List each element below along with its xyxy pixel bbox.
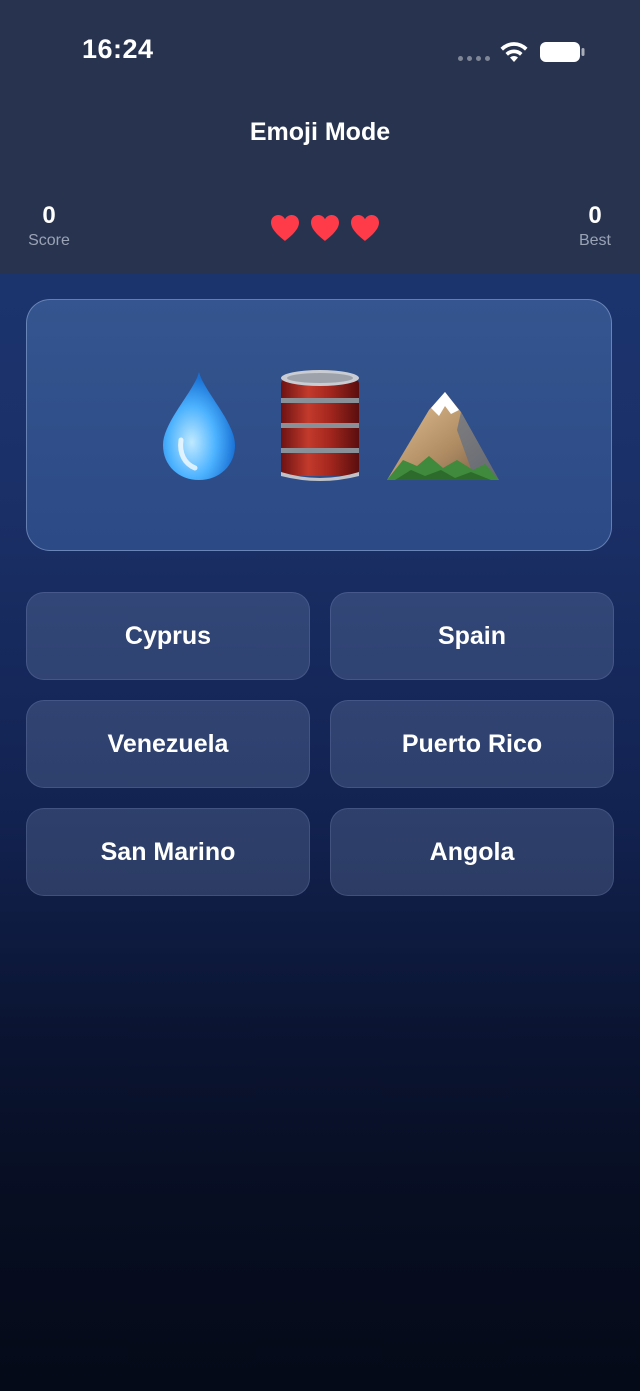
answer-option-5[interactable]: San Marino xyxy=(26,808,310,896)
emoji-clue-row xyxy=(27,360,611,490)
answer-option-6[interactable]: Angola xyxy=(330,808,614,896)
heart-icon xyxy=(271,215,299,241)
heart-icon xyxy=(311,215,339,241)
heart-icon xyxy=(351,215,379,241)
score-stat: 0 Score xyxy=(9,202,89,252)
score-label: Score xyxy=(28,232,70,249)
lives-indicator xyxy=(270,214,380,244)
answer-option-4[interactable]: Puerto Rico xyxy=(330,700,614,788)
battery-icon xyxy=(540,42,585,62)
signal-dots-icon xyxy=(458,56,490,61)
best-label: Best xyxy=(578,232,611,249)
score-value: 0 xyxy=(42,202,56,229)
emoji-clue-card xyxy=(26,299,612,551)
answer-option-2[interactable]: Spain xyxy=(330,592,614,680)
header: 16:24 Emoji Mode 0 Score 0 Best xyxy=(0,0,640,273)
snow-capped-mountain-icon xyxy=(387,392,499,480)
wifi-icon xyxy=(500,42,528,62)
page-title: Emoji Mode xyxy=(249,118,391,146)
status-time: 16:24 xyxy=(82,34,154,64)
droplet-icon xyxy=(163,372,235,480)
answer-option-1[interactable]: Cyprus xyxy=(26,592,310,680)
best-value: 0 xyxy=(588,202,602,229)
answer-option-3[interactable]: Venezuela xyxy=(26,700,310,788)
oil-drum-icon xyxy=(281,370,359,481)
best-stat: 0 Best xyxy=(555,202,635,252)
